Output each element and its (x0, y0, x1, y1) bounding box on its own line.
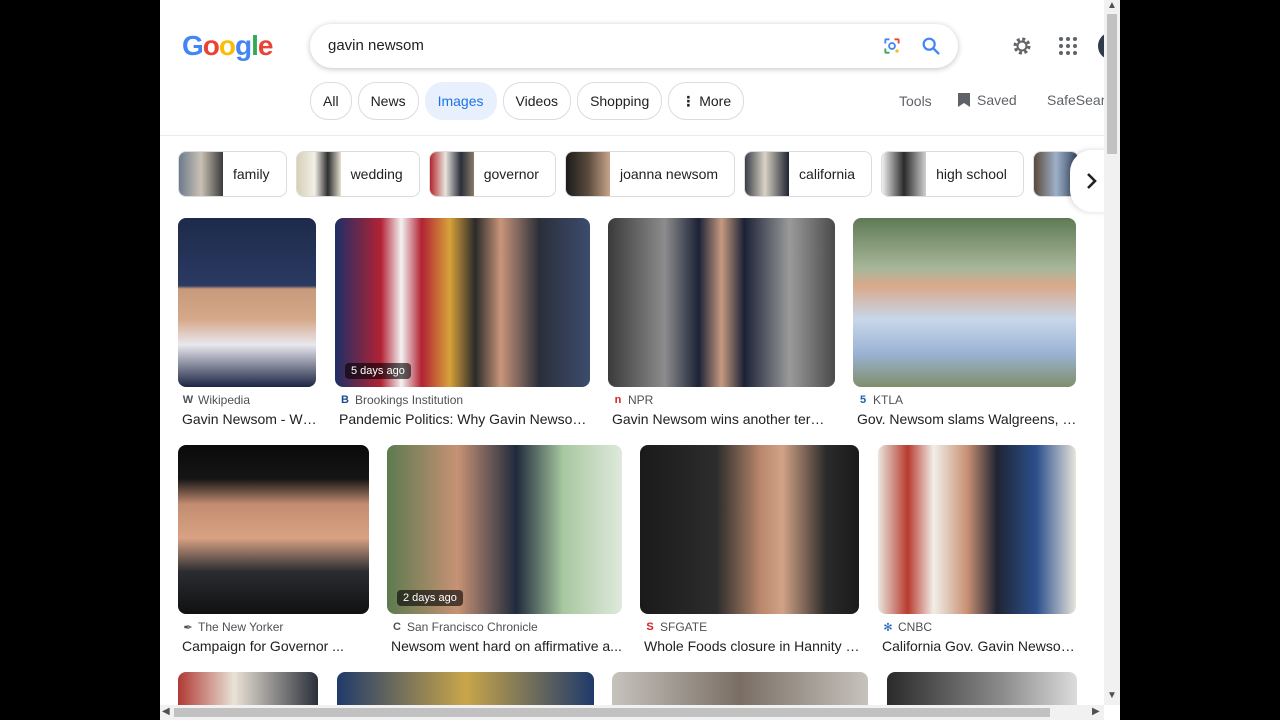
result-thumbnail[interactable]: 5 days ago (335, 218, 590, 387)
result-source: KTLA (873, 393, 904, 407)
chip-wedding[interactable]: wedding (295, 151, 420, 197)
chevron-right-icon (1087, 173, 1097, 189)
sfgate-favicon: S (646, 621, 654, 633)
image-result[interactable]: ✻ CNBC California Gov. Gavin Newsom... (878, 445, 1077, 654)
image-result[interactable]: 5 KTLA Gov. Newsom slams Walgreens, sa... (853, 218, 1077, 427)
tab-videos[interactable]: Videos (502, 82, 572, 120)
result-age-badge: 2 days ago (397, 590, 463, 606)
search-input[interactable]: gavin newsom (328, 37, 424, 54)
scroll-down-arrow-icon[interactable]: ▼ (1107, 690, 1117, 701)
google-lens-icon[interactable] (882, 36, 902, 56)
search-box[interactable]: gavin newsom (310, 24, 958, 68)
refinement-chips: family wedding governor joanna newsom ca… (178, 151, 1079, 197)
tools-button[interactable]: Tools (899, 93, 932, 109)
sfchronicle-favicon: C (393, 621, 401, 633)
wikipedia-favicon: W (182, 394, 194, 406)
result-age-badge: 5 days ago (345, 363, 411, 379)
result-thumbnail[interactable] (178, 218, 316, 387)
result-title[interactable]: Gavin Newsom wins another term ... (608, 411, 836, 427)
search-icon[interactable] (920, 35, 942, 57)
horizontal-scroll-thumb[interactable] (174, 708, 1050, 717)
result-source: CNBC (898, 620, 933, 634)
result-thumbnail[interactable] (640, 445, 859, 614)
vertical-scroll-thumb[interactable] (1107, 14, 1117, 154)
search-tabs: All News Images Videos Shopping ⋮ More (310, 82, 745, 120)
result-title[interactable]: Gavin Newsom - Wik... (178, 411, 318, 427)
result-title[interactable]: Whole Foods closure in Hannity in... (640, 638, 860, 654)
result-thumbnail[interactable] (608, 218, 835, 387)
chip-thumbnail (882, 152, 927, 196)
tab-news[interactable]: News (357, 82, 419, 120)
result-source: NPR (628, 393, 654, 407)
header-divider (160, 135, 1120, 136)
chip-family[interactable]: family (178, 151, 287, 197)
chip-high-school[interactable]: high school (881, 151, 1024, 197)
image-result[interactable]: ✒ The New Yorker Campaign for Governor ..… (178, 445, 370, 654)
image-result[interactable]: W Wikipedia Gavin Newsom - Wik... (178, 218, 318, 427)
newyorker-favicon: ✒ (183, 621, 193, 634)
scroll-right-arrow-icon[interactable]: ▶ (1092, 706, 1100, 717)
result-source: Wikipedia (198, 393, 251, 407)
npr-favicon: n (614, 394, 622, 406)
chip-thumbnail (565, 152, 610, 196)
result-source: SFGATE (660, 620, 708, 634)
apps-grid-icon[interactable] (1058, 36, 1078, 56)
tab-more[interactable]: ⋮ More (668, 82, 745, 120)
ktla-favicon: 5 (859, 394, 867, 406)
chip-thumbnail (179, 152, 223, 196)
bookmark-icon (958, 93, 970, 107)
image-result[interactable]: n NPR Gavin Newsom wins another term ... (608, 218, 836, 427)
result-title[interactable]: Gov. Newsom slams Walgreens, sa... (853, 411, 1077, 427)
chip-governor[interactable]: governor (428, 151, 556, 197)
result-thumbnail[interactable] (853, 218, 1076, 387)
chip-california[interactable]: california (744, 151, 873, 197)
image-result[interactable]: 2 days ago C San Francisco Chronicle News… (387, 445, 623, 654)
chip-thumbnail (745, 152, 790, 196)
result-title[interactable]: Campaign for Governor ... (178, 638, 370, 654)
result-source: The New Yorker (198, 620, 284, 634)
result-thumbnail[interactable]: 2 days ago (387, 445, 622, 614)
result-title[interactable]: Newsom went hard on affirmative a... (387, 638, 623, 654)
browser-viewport: Google gavin newsom All News Images Vide (160, 0, 1120, 720)
chip-thumbnail (296, 152, 341, 196)
image-result[interactable]: S SFGATE Whole Foods closure in Hannity i… (640, 445, 860, 654)
result-title[interactable]: California Gov. Gavin Newsom... (878, 638, 1077, 654)
chip-joanna-newsom[interactable]: joanna newsom (564, 151, 736, 197)
result-source: Brookings Institution (355, 393, 464, 407)
gear-icon[interactable] (1010, 34, 1034, 58)
tab-shopping[interactable]: Shopping (577, 82, 663, 120)
saved-button[interactable]: Saved (957, 92, 1017, 108)
result-thumbnail[interactable] (178, 445, 369, 614)
horizontal-scrollbar[interactable]: ◀ ▶ (160, 705, 1104, 720)
tab-images[interactable]: Images (424, 82, 497, 120)
image-result[interactable]: 5 days ago B Brookings Institution Pandem… (335, 218, 591, 427)
google-logo[interactable]: Google (182, 30, 273, 62)
cnbc-favicon: ✻ (883, 621, 893, 634)
tab-all[interactable]: All (310, 82, 352, 120)
chip-thumbnail (429, 152, 474, 196)
scroll-left-arrow-icon[interactable]: ◀ (162, 706, 170, 717)
scroll-up-arrow-icon[interactable]: ▲ (1107, 0, 1117, 11)
brookings-favicon: B (341, 394, 349, 406)
more-vert-icon: ⋮ (681, 92, 696, 109)
result-source: San Francisco Chronicle (407, 620, 538, 634)
vertical-scrollbar[interactable]: ▲ ▼ (1104, 0, 1120, 705)
result-thumbnail[interactable] (878, 445, 1076, 614)
result-title[interactable]: Pandemic Politics: Why Gavin Newsom ... (335, 411, 591, 427)
